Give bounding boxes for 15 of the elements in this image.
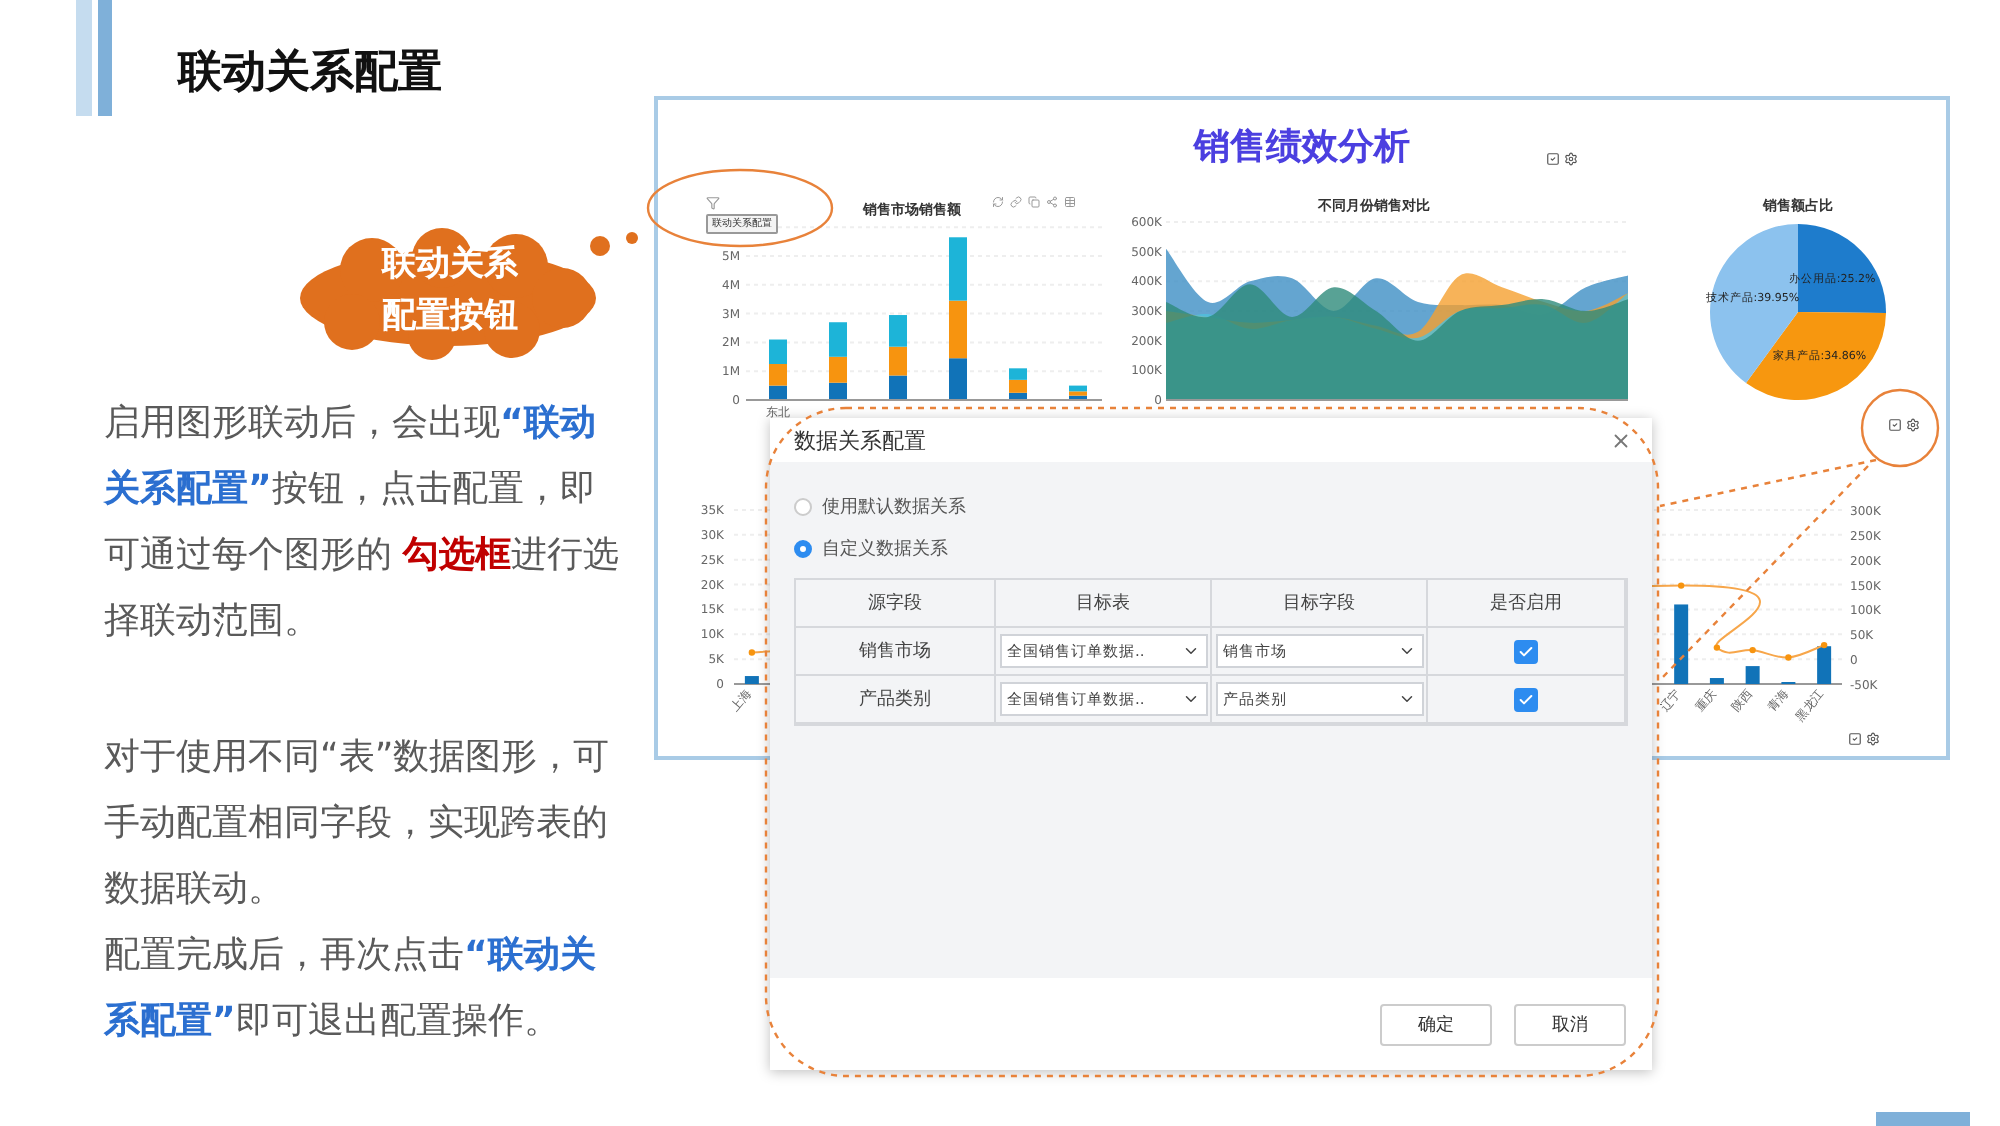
radio-label: 自定义数据关系: [822, 537, 948, 562]
column-header: 是否启用: [1428, 580, 1626, 628]
dialog-title: 数据关系配置: [794, 425, 926, 455]
column-header: 源字段: [796, 580, 996, 628]
radio-label: 使用默认数据关系: [822, 495, 966, 520]
paragraph: 配置完成后，再次点击“联动关系配置”即可退出配置操作。: [104, 932, 598, 1046]
paragraph: 对于使用不同“表”数据图形，可手动配置相同字段，实现跨表的数据联动。: [104, 734, 612, 914]
table-cell: 销售市场: [796, 628, 996, 676]
callout-text: 配置按钮: [380, 294, 520, 340]
column-header: 目标字段: [1212, 580, 1428, 628]
paragraph: 启用图形联动后，会出现“联动关系配置”按钮，点击配置，即可通过每个图形的 勾选框进行选择联动范围。: [104, 400, 620, 646]
table-cell: 产品类别: [796, 676, 996, 724]
slide-title: 联动关系配置: [178, 46, 442, 102]
dashboard-title: 销售绩效分析: [1194, 124, 1410, 170]
column-header: 目标表: [996, 580, 1212, 628]
